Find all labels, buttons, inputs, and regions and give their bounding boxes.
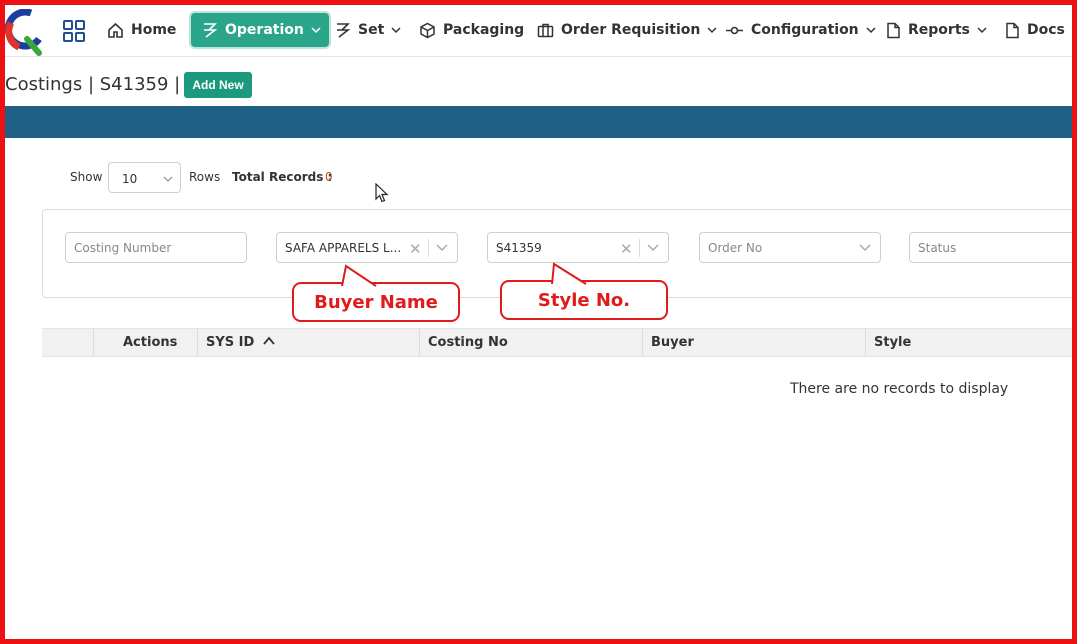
nav-set-label: Set [358,22,385,38]
chevron-down-icon[interactable] [647,244,659,252]
box-icon [420,22,435,38]
table-header: Actions SYS ID Costing No Buyer Style [42,328,1077,357]
chevron-down-icon[interactable] [436,244,448,252]
add-new-button[interactable]: Add New [184,72,252,98]
buyer-name-callout: Buyer Name [292,282,460,322]
select-separator [639,239,640,257]
page-title: Costings | S41359 | [5,74,181,95]
nav-configuration[interactable]: Configuration [725,13,876,47]
costing-number-placeholder: Costing Number [74,241,172,255]
chevron-down-icon [391,27,401,34]
buyer-select[interactable]: SAFA APPARELS L... ✕ [276,232,458,263]
order-no-placeholder: Order No [708,241,763,255]
document-icon [887,22,900,38]
briefcase-icon [537,23,554,37]
order-no-select[interactable]: Order No [699,232,881,263]
buyer-select-value: SAFA APPARELS L... [285,241,402,255]
commit-icon [726,26,743,34]
clear-icon[interactable]: ✕ [620,240,633,258]
column-actions: Actions [93,329,197,356]
nav-operation-label: Operation [225,22,304,38]
rows-per-page-select[interactable]: 10 [108,162,181,193]
nav-reports-label: Reports [908,22,970,38]
nav-set[interactable]: Set [334,13,401,47]
mouse-cursor-icon [375,183,389,203]
status-select[interactable]: Status [909,232,1077,263]
chevron-down-icon [311,27,321,34]
sort-ascending-icon [263,336,275,345]
costing-number-input[interactable]: Costing Number [65,232,247,263]
select-separator [428,239,429,257]
chevron-down-icon[interactable] [859,244,871,252]
status-placeholder: Status [918,241,957,255]
column-style[interactable]: Style [865,329,1077,356]
rows-label: Rows [189,170,221,184]
document-icon [1006,22,1019,38]
nav-packaging[interactable]: Packaging [419,13,524,47]
nav-reports[interactable]: Reports [886,13,987,47]
column-sys-id-label: SYS ID [206,335,255,350]
nav-home-label: Home [131,22,177,38]
row-select-column [42,329,93,356]
home-icon [108,22,123,38]
chevron-down-icon [707,27,717,34]
nav-packaging-label: Packaging [443,22,525,38]
clear-icon[interactable]: ✕ [409,240,422,258]
header-band [5,106,1072,138]
apps-grid-icon[interactable] [63,20,85,42]
set-icon [337,22,351,38]
style-no-callout: Style No. [500,280,668,320]
chevron-down-icon [866,27,876,34]
nav-order-requisition-label: Order Requisition [561,22,701,38]
nav-operation[interactable]: Operation [191,13,329,47]
column-costing-no[interactable]: Costing No [419,329,642,356]
nav-docs[interactable]: Docs [1005,13,1065,47]
operation-icon [204,22,218,38]
rows-per-page-value: 10 [122,172,138,186]
callout-pointer [341,264,377,287]
nav-docs-label: Docs [1027,22,1065,38]
chevron-down-icon [977,27,987,34]
callout-pointer [551,262,587,285]
style-select-value: S41359 [496,241,542,255]
chevron-down-icon [163,176,173,182]
column-sys-id[interactable]: SYS ID [197,329,419,356]
top-navbar: Home Operation Set Packaging Order Requi… [4,5,1072,57]
nav-home[interactable]: Home [107,13,176,47]
empty-table-message: There are no records to display [790,381,1009,397]
total-records-label: Total Records : [232,170,333,184]
nav-configuration-label: Configuration [751,22,859,38]
total-records-value: 0 [325,170,333,184]
app-logo[interactable] [4,8,45,57]
style-select[interactable]: S41359 ✕ [487,232,669,263]
nav-order-requisition[interactable]: Order Requisition [537,13,717,47]
show-label: Show [70,170,103,184]
column-buyer[interactable]: Buyer [642,329,865,356]
